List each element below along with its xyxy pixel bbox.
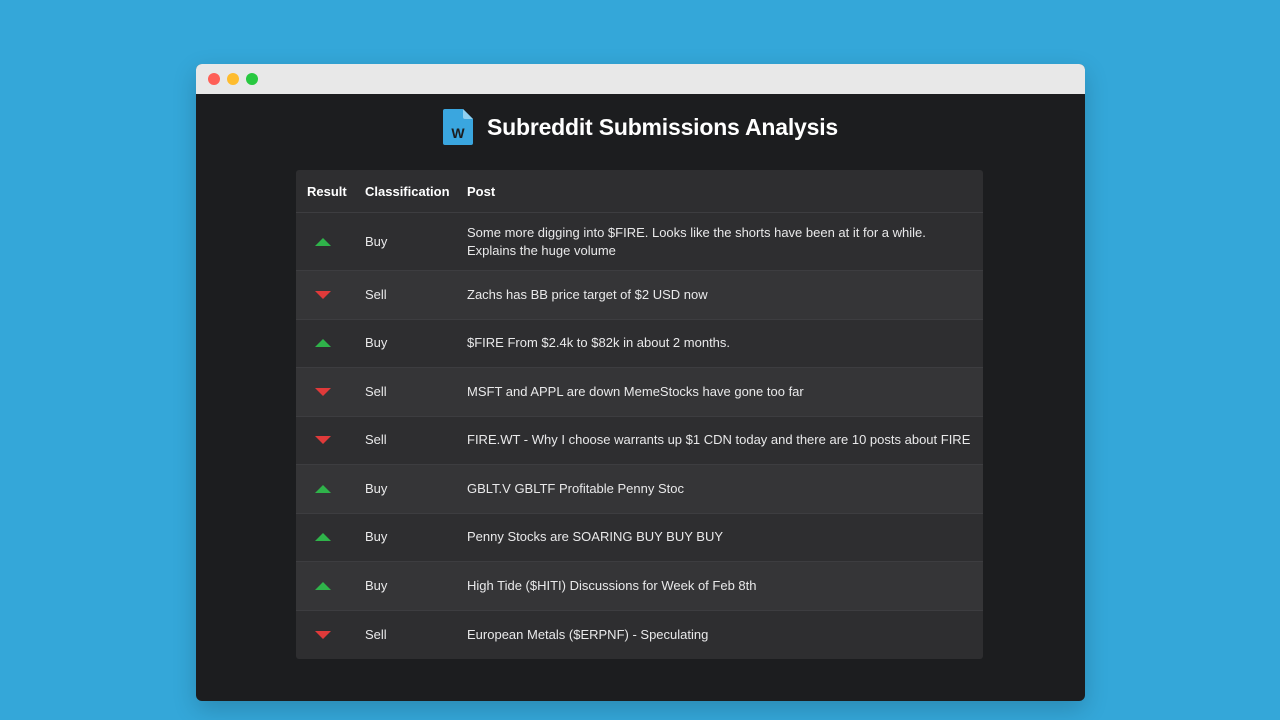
- arrow-down-icon: [315, 387, 331, 396]
- result-cell: [296, 383, 355, 401]
- post-cell: $FIRE From $2.4k to $82k in about 2 mont…: [467, 335, 731, 351]
- submissions-table: Result Classification Post Buy Some more …: [296, 170, 983, 659]
- classification-cell: Sell: [365, 383, 387, 399]
- column-header-result[interactable]: Result: [296, 184, 355, 199]
- table-header-row: Result Classification Post: [296, 170, 983, 213]
- arrow-up-icon: [315, 581, 331, 590]
- post-cell: Zachs has BB price target of $2 USD now: [467, 286, 708, 302]
- result-cell: [296, 286, 355, 304]
- word-document-icon: W: [442, 109, 473, 145]
- classification-cell: Buy: [365, 480, 388, 496]
- classification-cell: Sell: [365, 626, 387, 642]
- table-row[interactable]: Sell European Metals ($ERPNF) - Speculati…: [296, 611, 983, 660]
- result-cell: [296, 480, 355, 498]
- maximize-window-button[interactable]: [246, 73, 258, 85]
- classification-cell: Sell: [365, 432, 387, 448]
- app-window: W Subreddit Submissions Analysis Result …: [196, 64, 1085, 701]
- minimize-window-button[interactable]: [227, 73, 239, 85]
- result-cell: [296, 334, 355, 352]
- post-cell: GBLT.V GBLTF Profitable Penny Stoc: [467, 480, 685, 496]
- post-cell: Some more digging into $FIRE. Looks like…: [467, 224, 926, 258]
- result-cell: [296, 528, 355, 546]
- column-header-post[interactable]: Post: [467, 184, 983, 199]
- window-titlebar: [196, 64, 1085, 94]
- classification-cell: Buy: [365, 233, 388, 249]
- classification-cell: Buy: [365, 577, 388, 593]
- post-cell: High Tide ($HITI) Discussions for Week o…: [467, 577, 757, 593]
- close-window-button[interactable]: [208, 73, 220, 85]
- arrow-up-icon: [315, 339, 331, 348]
- page-title: Subreddit Submissions Analysis: [486, 113, 838, 140]
- result-cell: [296, 431, 355, 449]
- classification-cell: Buy: [365, 335, 388, 351]
- classification-cell: Sell: [365, 286, 387, 302]
- table-row[interactable]: Buy Some more digging into $FIRE. Looks l…: [296, 213, 983, 271]
- post-cell: European Metals ($ERPNF) - Speculating: [467, 626, 709, 642]
- post-cell: FIRE.WT - Why I choose warrants up $1 CD…: [467, 432, 971, 448]
- table-row[interactable]: Buy GBLT.V GBLTF Profitable Penny Stoc: [296, 465, 983, 514]
- column-header-classification[interactable]: Classification: [355, 184, 467, 199]
- arrow-down-icon: [315, 630, 331, 639]
- result-cell: [296, 233, 355, 251]
- page-header: W Subreddit Submissions Analysis: [196, 108, 1085, 146]
- arrow-down-icon: [315, 290, 331, 299]
- arrow-up-icon: [315, 484, 331, 493]
- result-cell: [296, 577, 355, 595]
- arrow-up-icon: [315, 237, 331, 246]
- classification-cell: Buy: [365, 529, 388, 545]
- table-row[interactable]: Buy $FIRE From $2.4k to $82k in about 2 m…: [296, 320, 983, 368]
- table-row[interactable]: Sell MSFT and APPL are down MemeStocks ha…: [296, 368, 983, 417]
- result-cell: [296, 626, 355, 644]
- table-row[interactable]: Buy Penny Stocks are SOARING BUY BUY BUY: [296, 514, 983, 562]
- table-row[interactable]: Buy High Tide ($HITI) Discussions for Wee…: [296, 562, 983, 611]
- table-row[interactable]: Sell FIRE.WT - Why I choose warrants up $…: [296, 417, 983, 465]
- logo-letter: W: [451, 125, 465, 141]
- post-cell: MSFT and APPL are down MemeStocks have g…: [467, 383, 804, 399]
- post-cell: Penny Stocks are SOARING BUY BUY BUY: [467, 529, 724, 545]
- arrow-up-icon: [315, 533, 331, 542]
- table-body: Buy Some more digging into $FIRE. Looks l…: [296, 213, 983, 659]
- table-row[interactable]: Sell Zachs has BB price target of $2 USD …: [296, 271, 983, 320]
- arrow-down-icon: [315, 436, 331, 445]
